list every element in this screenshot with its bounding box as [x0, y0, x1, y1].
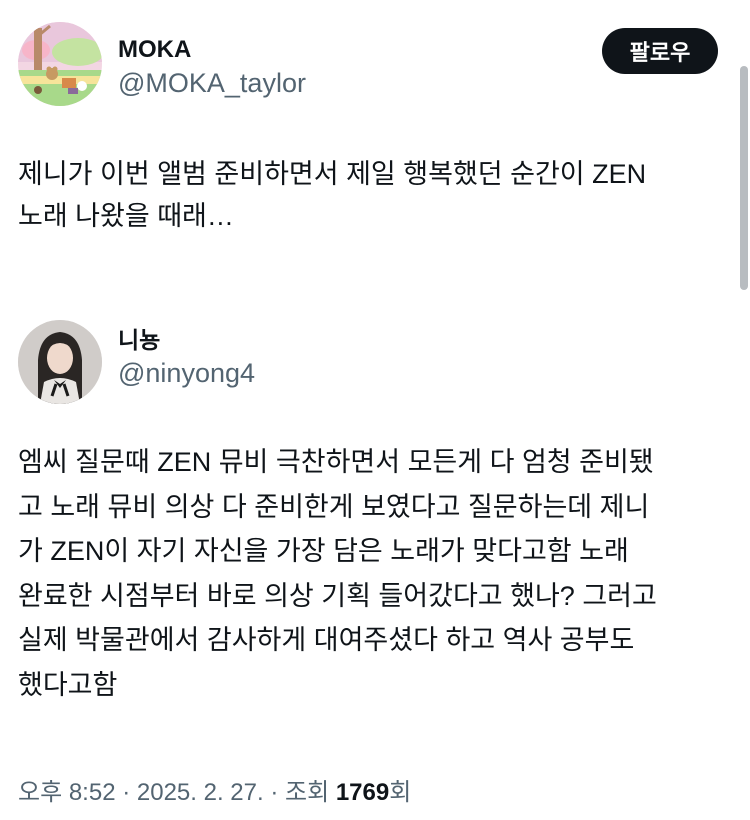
tweet-meta: 오후 8:52 · 2025. 2. 27. · 조회 1769회 — [18, 775, 411, 811]
meta-separator: · — [263, 779, 285, 806]
tweet-header: MOKA @MOKA_taylor 팔로우 — [18, 22, 720, 112]
author-handle[interactable]: @MOKA_taylor — [118, 66, 306, 100]
quoted-tweet-header: 니뇽 @ninyong4 — [18, 312, 518, 404]
tweet-date[interactable]: 2025. 2. 27. — [137, 779, 264, 806]
views-label: 조회 — [284, 779, 336, 806]
tweet-time[interactable]: 오후 8:52 — [18, 779, 116, 806]
author-block: MOKA @MOKA_taylor — [118, 36, 306, 100]
tweet-text: 제니가 이번 앨범 준비하면서 제일 행복했던 순간이 ZEN 노래 나왔을 때… — [18, 159, 647, 231]
meta-separator: · — [115, 779, 137, 806]
views-count[interactable]: 1769 — [336, 779, 389, 806]
author-display-name[interactable]: MOKA — [118, 36, 306, 64]
views-suffix: 회 — [389, 779, 412, 806]
quoted-author-display-name[interactable]: 니뇽 — [118, 326, 255, 354]
follow-button[interactable]: 팔로우 — [602, 28, 718, 74]
cartoon-forest-avatar-icon — [18, 22, 102, 106]
quoted-author-avatar[interactable] — [18, 320, 102, 404]
author-avatar[interactable] — [18, 22, 102, 106]
quoted-tweet-text: 엠씨 질문때 ZEN 뮤비 극찬하면서 모든게 다 엄청 준비됐 고 노래 뮤비… — [18, 447, 657, 700]
quoted-author-handle[interactable]: @ninyong4 — [118, 356, 255, 390]
quoted-author-block: 니뇽 @ninyong4 — [118, 326, 255, 390]
profile-photo-avatar-icon — [18, 320, 102, 404]
scrollbar[interactable] — [740, 66, 748, 290]
